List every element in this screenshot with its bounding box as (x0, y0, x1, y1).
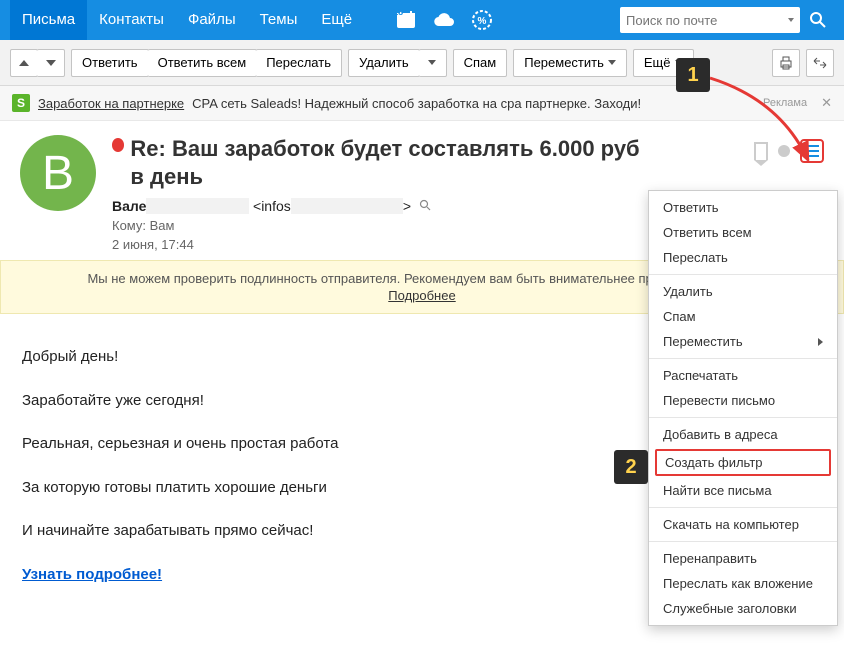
menu-forward-attachment[interactable]: Переслать как вложение (649, 571, 837, 596)
header-actions (754, 139, 824, 163)
nav-item-more[interactable]: Ещё (309, 0, 364, 40)
cloud-icon[interactable] (426, 0, 462, 40)
bookmark-icon[interactable] (754, 142, 768, 160)
sender-avatar: В (20, 135, 96, 211)
menu-find-all[interactable]: Найти все письма (649, 478, 837, 503)
menu-delete[interactable]: Удалить (649, 279, 837, 304)
prev-message-button[interactable] (10, 49, 38, 77)
nav-item-mail[interactable]: Письма (10, 0, 87, 40)
message-to: Кому: Вам (112, 218, 652, 233)
menu-forward[interactable]: Переслать (649, 245, 837, 270)
move-label: Переместить (524, 55, 604, 70)
menu-headers[interactable]: Служебные заголовки (649, 596, 837, 621)
ad-label: Реклама (763, 97, 807, 109)
top-navbar: Письма Контакты Файлы Темы Ещё 18 % (0, 0, 844, 40)
from-name: Вале (112, 198, 146, 214)
message-date: 2 июня, 17:44 (112, 237, 652, 252)
unread-dot-icon (112, 138, 124, 152)
nav-item-themes[interactable]: Темы (248, 0, 310, 40)
more-label: Ещё (644, 55, 671, 70)
message-actions-menu: Ответить Ответить всем Переслать Удалить… (648, 190, 838, 626)
ad-banner: S Заработок на партнерке CPA сеть Salead… (0, 86, 844, 121)
search-button[interactable] (802, 0, 834, 40)
spam-button[interactable]: Спам (453, 49, 508, 77)
toggle-layout-button[interactable] (806, 49, 834, 77)
ad-badge-icon: S (12, 94, 30, 112)
reply-all-button[interactable]: Ответить всем (148, 49, 258, 77)
menu-add-contacts[interactable]: Добавить в адреса (649, 422, 837, 447)
nav-item-contacts[interactable]: Контакты (87, 0, 176, 40)
print-button[interactable] (772, 49, 800, 77)
forward-button[interactable]: Переслать (256, 49, 342, 77)
from-email-suffix: > (403, 198, 411, 214)
search-input[interactable] (626, 13, 784, 28)
calendar-icon[interactable]: 18 (388, 0, 424, 40)
menu-print[interactable]: Распечатать (649, 363, 837, 388)
nav-tabs: Письма Контакты Файлы Темы Ещё (10, 0, 364, 40)
ad-close-button[interactable]: ✕ (821, 95, 832, 111)
menu-download[interactable]: Скачать на компьютер (649, 512, 837, 537)
reply-button[interactable]: Ответить (71, 49, 149, 77)
next-message-button[interactable] (37, 49, 65, 77)
delete-button[interactable]: Удалить (348, 49, 420, 77)
message-meta: ВалеXXXXXXXXXXX <infosXXXXXXXXXXXX> Кому… (112, 198, 652, 252)
menu-reply-all[interactable]: Ответить всем (649, 220, 837, 245)
message-menu-button[interactable] (800, 139, 824, 163)
message-from: ВалеXXXXXXXXXXX <infosXXXXXXXXXXXX> (112, 198, 652, 214)
search-box[interactable] (620, 7, 800, 33)
delete-dropdown-button[interactable] (419, 49, 447, 77)
message-subject: Re: Ваш заработок будет составлять 6.000… (130, 135, 652, 190)
promo-icon[interactable]: % (464, 0, 500, 40)
menu-translate[interactable]: Перевести письмо (649, 388, 837, 413)
search-sender-icon[interactable] (419, 199, 431, 214)
ad-title[interactable]: Заработок на партнерке (38, 96, 184, 111)
from-email-prefix: <infos (253, 198, 291, 214)
mark-read-icon[interactable] (778, 145, 790, 157)
svg-text:%: % (478, 16, 487, 27)
menu-create-filter[interactable]: Создать фильтр (655, 449, 831, 476)
submenu-arrow-icon (818, 338, 823, 346)
search-caret-icon[interactable] (788, 18, 794, 22)
menu-move[interactable]: Переместить (649, 329, 837, 354)
body-learn-more-link[interactable]: Узнать подробнее! (22, 566, 162, 583)
menu-move-label: Переместить (663, 334, 743, 349)
menu-redirect[interactable]: Перенаправить (649, 546, 837, 571)
nav-item-files[interactable]: Файлы (176, 0, 248, 40)
annotation-callout-2: 2 (614, 450, 648, 484)
menu-reply[interactable]: Ответить (649, 195, 837, 220)
message-toolbar: Ответить Ответить всем Переслать Удалить… (0, 40, 844, 86)
ad-text: CPA сеть Saleads! Надежный способ зарабо… (192, 96, 641, 111)
menu-spam[interactable]: Спам (649, 304, 837, 329)
move-button[interactable]: Переместить (513, 49, 627, 77)
calendar-date: 18 (393, 7, 403, 17)
annotation-callout-1: 1 (676, 58, 710, 92)
